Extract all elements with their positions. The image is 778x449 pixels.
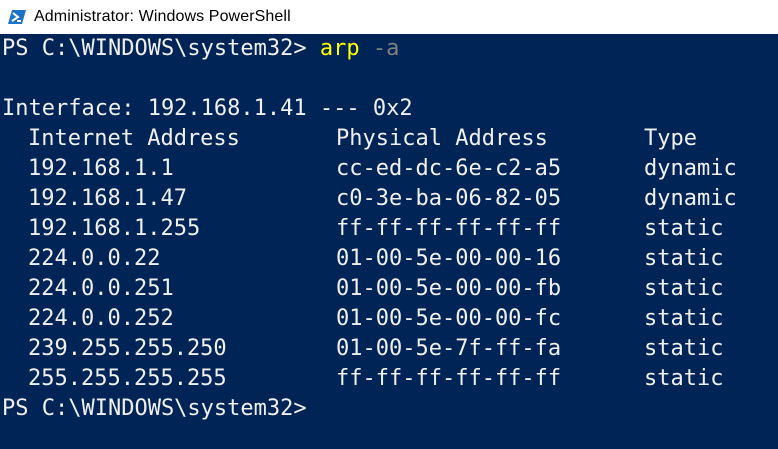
row-ip: 192.168.1.255 xyxy=(28,216,201,241)
header-physical-address: Physical Address xyxy=(336,126,548,151)
header-type: Type xyxy=(644,126,697,151)
row-type: dynamic xyxy=(644,156,737,181)
header-internet-address: Internet Address xyxy=(28,126,240,151)
prompt-line[interactable]: PS C:\WINDOWS\system32> xyxy=(2,394,307,424)
row-ip: 192.168.1.47 xyxy=(28,186,187,211)
row-type: dynamic xyxy=(644,186,737,211)
window-title: Administrator: Windows PowerShell xyxy=(34,8,291,25)
powershell-icon xyxy=(8,10,26,24)
row-type: static xyxy=(644,216,724,241)
command-line: PS C:\WINDOWS\system32> arp -a xyxy=(2,34,399,64)
row-mac: 01-00-5e-00-00-fb xyxy=(336,276,562,301)
title-bar[interactable]: Administrator: Windows PowerShell xyxy=(0,0,778,34)
row-ip: 224.0.0.251 xyxy=(28,276,174,301)
row-mac: 01-00-5e-7f-ff-fa xyxy=(336,336,562,361)
row-mac: cc-ed-dc-6e-c2-a5 xyxy=(336,156,562,181)
row-mac: ff-ff-ff-ff-ff-ff xyxy=(336,216,562,241)
row-type: static xyxy=(644,276,724,301)
prompt: PS C:\WINDOWS\system32> xyxy=(2,36,320,61)
command-text: arp xyxy=(319,36,360,61)
row-ip: 255.255.255.255 xyxy=(28,366,227,391)
row-ip: 224.0.0.22 xyxy=(28,246,161,271)
row-mac: 01-00-5e-00-00-16 xyxy=(336,246,562,271)
row-mac: ff-ff-ff-ff-ff-ff xyxy=(336,366,562,391)
command-argument: -a xyxy=(372,36,400,61)
powershell-window: Administrator: Windows PowerShell PS C:\… xyxy=(0,0,778,449)
row-mac: 01-00-5e-00-00-fc xyxy=(336,306,562,331)
row-ip: 224.0.0.252 xyxy=(28,306,174,331)
row-type: static xyxy=(644,246,724,271)
row-type: static xyxy=(644,336,724,361)
row-ip: 239.255.255.250 xyxy=(28,336,227,361)
row-mac: c0-3e-ba-06-82-05 xyxy=(336,186,562,211)
row-ip: 192.168.1.1 xyxy=(28,156,174,181)
console-output[interactable]: PS C:\WINDOWS\system32> arp -a Interface… xyxy=(0,34,778,449)
row-type: static xyxy=(644,306,724,331)
row-type: static xyxy=(644,366,724,391)
interface-line: Interface: 192.168.1.41 --- 0x2 xyxy=(2,96,413,121)
